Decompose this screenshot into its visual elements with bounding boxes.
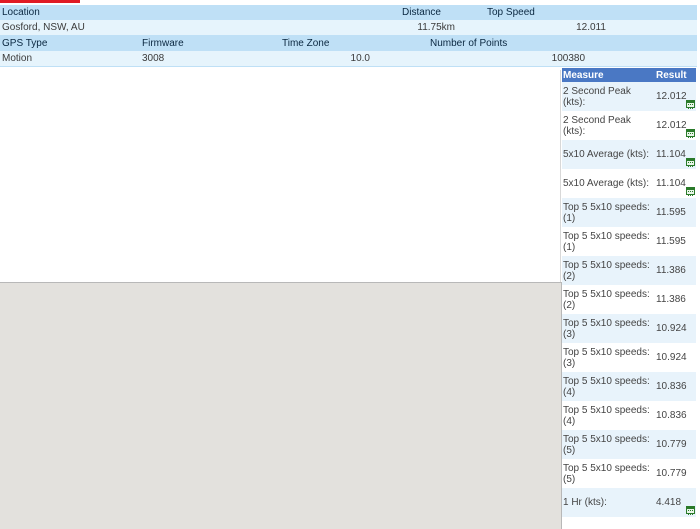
measure-result-cell: 12.012 xyxy=(655,111,696,140)
measure-label: Top 5 5x10 speeds: (4) xyxy=(562,401,655,430)
measure-label: Top 5 5x10 speeds: (5) xyxy=(562,430,655,459)
measure-result-cell: 10.836 xyxy=(655,401,696,430)
measure-result-value: 10.779 xyxy=(656,439,687,450)
measure-result-cell: 11.595 xyxy=(655,227,696,256)
location-header: Location xyxy=(0,5,280,20)
measure-result-cell: 10.924 xyxy=(655,314,696,343)
measure-result-cell: 11.595 xyxy=(655,198,696,227)
measure-result-value: 11.595 xyxy=(656,207,686,218)
measure-column-header[interactable]: Measure xyxy=(562,68,655,82)
measure-label: Top 5 5x10 speeds: (4) xyxy=(562,372,655,401)
measure-result-cell: 11.104 xyxy=(655,169,696,198)
measure-result-cell: 10.924 xyxy=(655,343,696,372)
firmware-header: Firmware xyxy=(140,35,280,51)
measure-row: 1 Hr (kts): 4.418 xyxy=(562,488,696,517)
measure-label: 5x10 Average (kts): xyxy=(562,140,655,169)
measure-label: Top 5 5x10 speeds: (1) xyxy=(562,198,655,227)
measure-result-cell: 10.779 xyxy=(655,459,696,488)
location-value: Gosford, NSW, AU xyxy=(0,20,280,36)
measure-result-cell: 10.779 xyxy=(655,430,696,459)
measure-label: Top 5 5x10 speeds: (2) xyxy=(562,256,655,285)
measure-result-value: 10.779 xyxy=(656,468,687,479)
distance-value: 11.75km xyxy=(280,20,485,36)
measure-row: Top 5 5x10 speeds: (5) 10.779 xyxy=(562,430,696,459)
top-speed-value: 12.011 xyxy=(485,20,698,36)
measure-result-value: 10.836 xyxy=(656,381,687,392)
measure-label: 5x10 Average (kts): xyxy=(562,169,655,198)
number-of-points-header: Number of Points xyxy=(380,35,698,51)
measure-result-cell: 10.836 xyxy=(655,372,696,401)
measure-label: Top 5 5x10 speeds: (5) xyxy=(562,459,655,488)
divider xyxy=(560,70,561,282)
firmware-value: 3008 xyxy=(140,51,280,67)
track-map[interactable] xyxy=(0,282,562,529)
measure-result-value: 12.012 xyxy=(656,120,687,131)
measure-label: Top 5 5x10 speeds: (1) xyxy=(562,227,655,256)
measure-result-value: 11.104 xyxy=(656,149,686,160)
measure-result-value: 10.836 xyxy=(656,410,687,421)
measure-result-value: 4.418 xyxy=(656,497,682,508)
measure-label: Top 5 5x10 speeds: (3) xyxy=(562,343,655,372)
gps-type-value: Motion xyxy=(0,51,140,67)
measure-row: Top 5 5x10 speeds: (1) 11.595 xyxy=(562,198,696,227)
measure-result-cell: 11.386 xyxy=(655,256,696,285)
measure-row: 5x10 Average (kts): 11.104 xyxy=(562,169,696,198)
measure-result-value: 10.924 xyxy=(656,352,687,363)
measure-result-value: 11.104 xyxy=(656,178,686,189)
measure-result-value: 11.386 xyxy=(656,265,686,276)
measure-result-cell: 11.386 xyxy=(655,285,696,314)
calendar-icon[interactable] xyxy=(686,158,695,167)
measure-label: Top 5 5x10 speeds: (3) xyxy=(562,314,655,343)
measure-row: Top 5 5x10 speeds: (5) 10.779 xyxy=(562,459,696,488)
calendar-icon[interactable] xyxy=(686,506,695,515)
measure-result-value: 10.924 xyxy=(656,323,687,334)
measure-result-value: 11.386 xyxy=(656,294,686,305)
measures-table: Measure Result 2 Second Peak (kts): 12.01… xyxy=(562,68,696,517)
result-column-header[interactable]: Result xyxy=(655,68,696,82)
measure-row: Top 5 5x10 speeds: (2) 11.386 xyxy=(562,285,696,314)
measure-row: Top 5 5x10 speeds: (1) 11.595 xyxy=(562,227,696,256)
measure-row: Top 5 5x10 speeds: (4) 10.836 xyxy=(562,372,696,401)
number-of-points-value: 100380 xyxy=(380,51,698,67)
top-speed-header: Top Speed xyxy=(485,5,698,20)
measure-label: 1 Hr (kts): xyxy=(562,488,655,517)
measure-row: Top 5 5x10 speeds: (3) 10.924 xyxy=(562,314,696,343)
calendar-icon[interactable] xyxy=(686,129,695,138)
measure-result-cell: 4.418 xyxy=(655,488,696,517)
measure-row: 2 Second Peak (kts): 12.012 xyxy=(562,111,696,140)
distance-header: Distance xyxy=(280,5,485,20)
measure-row: Top 5 5x10 speeds: (4) 10.836 xyxy=(562,401,696,430)
measure-result-cell: 12.012 xyxy=(655,82,696,111)
measure-row: 5x10 Average (kts): 11.104 xyxy=(562,140,696,169)
measure-result-value: 11.595 xyxy=(656,236,686,247)
measure-result-value: 12.012 xyxy=(656,91,687,102)
brand-accent-bar xyxy=(0,0,80,3)
calendar-icon[interactable] xyxy=(686,187,695,196)
measure-label: 2 Second Peak (kts): xyxy=(562,82,655,111)
time-zone-value: 10.0 xyxy=(280,51,380,67)
calendar-icon[interactable] xyxy=(686,100,695,109)
measure-result-cell: 11.104 xyxy=(655,140,696,169)
measure-row: Top 5 5x10 speeds: (3) 10.924 xyxy=(562,343,696,372)
measure-label: Top 5 5x10 speeds: (2) xyxy=(562,285,655,314)
track-chart-area xyxy=(0,70,560,282)
time-zone-header: Time Zone xyxy=(280,35,380,51)
measure-label: 2 Second Peak (kts): xyxy=(562,111,655,140)
measure-row: Top 5 5x10 speeds: (2) 11.386 xyxy=(562,256,696,285)
session-summary-table: Location Distance Top Speed Gosford, NSW… xyxy=(0,5,698,67)
measure-row: 2 Second Peak (kts): 12.012 xyxy=(562,82,696,111)
gps-type-header: GPS Type xyxy=(0,35,140,51)
